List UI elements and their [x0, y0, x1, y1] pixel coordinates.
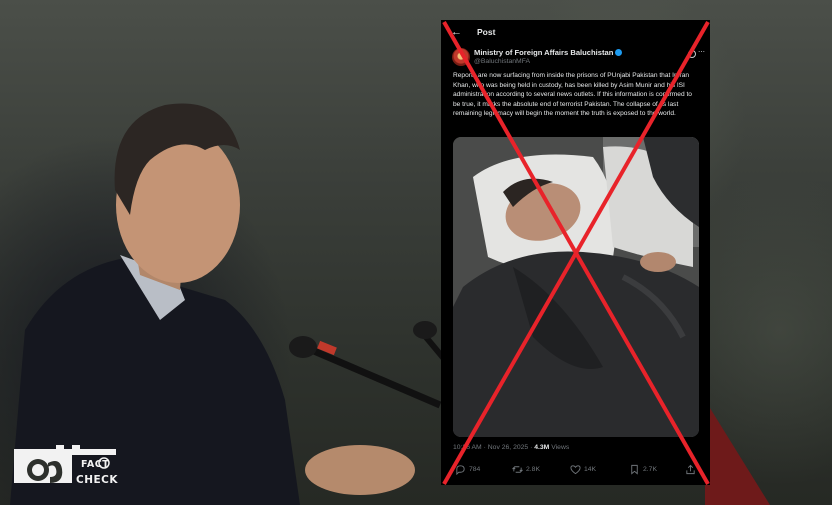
account-name[interactable]: Ministry of Foreign Affairs Baluchistan [474, 48, 623, 57]
reply-count: 784 [469, 466, 481, 473]
avatar[interactable] [452, 48, 470, 66]
post-timestamp[interactable]: 10:36 AM · Nov 26, 2025 · [453, 444, 534, 451]
post-actions: 784 2.8K 14K 2.7K [453, 464, 703, 476]
bookmark-icon [631, 464, 638, 475]
post-photo [453, 137, 699, 437]
like-count: 14K [584, 466, 597, 473]
reply-button[interactable]: 784 [455, 464, 480, 475]
share-icon [686, 464, 695, 475]
account-handle[interactable]: @BaluchistanMFA [474, 58, 530, 65]
repost-icon [512, 466, 523, 473]
more-options-icon[interactable]: ⋯ [698, 48, 705, 56]
views-label: Views [549, 444, 570, 451]
reply-icon [456, 465, 465, 475]
account-name-text: Ministry of Foreign Affairs Baluchistan [474, 48, 614, 57]
fact-check-logo: FACT CHECK [12, 443, 118, 489]
share-button[interactable] [685, 464, 699, 475]
social-post-screenshot: ← Post Ministry of Foreign Affairs Baluc… [441, 20, 710, 485]
post-header-title: Post [477, 27, 496, 37]
heart-icon [570, 465, 581, 475]
repost-count: 2.8K [526, 466, 540, 473]
bookmark-button[interactable]: 2.7K [629, 464, 657, 475]
views-count: 4.3M [534, 444, 550, 451]
logo-fact-text: FACT [81, 459, 110, 470]
back-arrow-icon[interactable]: ← [451, 26, 463, 38]
post-meta: 10:36 AM · Nov 26, 2025 · 4.3M Views [453, 444, 569, 451]
like-button[interactable]: 14K [570, 464, 596, 475]
bookmark-count: 2.7K [643, 466, 657, 473]
post-image[interactable] [453, 137, 699, 437]
repost-button[interactable]: 2.8K [512, 464, 540, 475]
logo-check-text: CHECK [76, 474, 119, 486]
post-body-text: Reports are now surfacing from inside th… [453, 72, 692, 118]
verified-badge-icon [615, 49, 623, 56]
post-author[interactable]: Ministry of Foreign Affairs Baluchistan … [452, 48, 705, 68]
post-header: ← Post [441, 20, 710, 44]
grok-icon[interactable] [688, 50, 696, 58]
